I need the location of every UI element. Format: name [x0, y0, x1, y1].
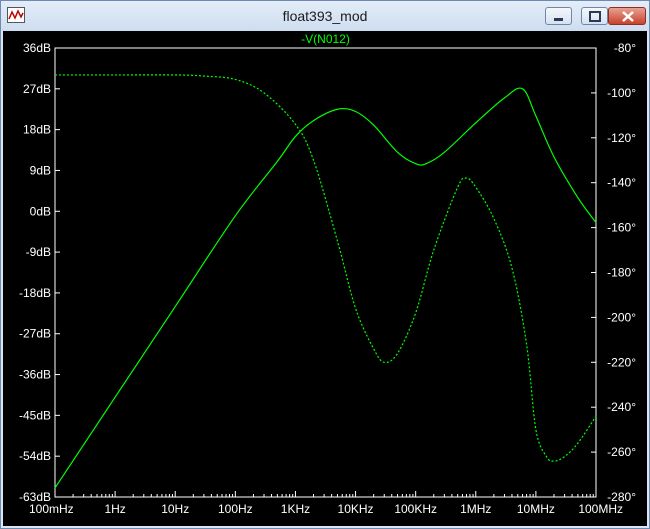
- x-tick-label: 1KHz: [281, 502, 310, 516]
- x-tick-label: 10MHz: [517, 502, 555, 516]
- right-tick-label: -160°: [607, 221, 636, 235]
- left-tick-label: -27dB: [19, 327, 51, 341]
- left-tick-label: 0dB: [30, 204, 51, 218]
- left-tick-label: -18dB: [19, 286, 51, 300]
- left-tick-label: -54dB: [19, 449, 51, 463]
- x-tick-label: 100Hz: [218, 502, 253, 516]
- x-axis-ticks: 100mHz 1Hz 10Hz 100Hz 1KHz 10KHz 100KHz 1MHz 10M…: [29, 491, 623, 516]
- x-tick-label: 1Hz: [104, 502, 125, 516]
- x-tick-label: 1MHz: [460, 502, 491, 516]
- right-tick-label: -220°: [607, 355, 636, 369]
- left-tick-label: -9dB: [26, 245, 51, 259]
- x-tick-label: 10KHz: [338, 502, 374, 516]
- restore-icon: [589, 11, 601, 22]
- right-tick-label: -140°: [607, 176, 636, 190]
- plot-area[interactable]: 36dB 27dB 18dB 9dB 0dB -9dB -18dB -27dB -36dB -45…: [3, 31, 647, 526]
- right-tick-label: -200°: [607, 310, 636, 324]
- app-window: float393_mod 36dB 27dB 18dB 9dB 0dB -9dB -18dB…: [0, 0, 650, 529]
- x-tick-label: 10Hz: [161, 502, 189, 516]
- close-button[interactable]: [608, 7, 646, 25]
- x-tick-label: 100KHz: [394, 502, 437, 516]
- left-tick-label: 27dB: [23, 82, 51, 96]
- left-tick-label: 36dB: [23, 41, 51, 55]
- restore-button[interactable]: [581, 7, 608, 25]
- minimize-button[interactable]: [545, 7, 572, 25]
- title-bar[interactable]: float393_mod: [1, 1, 649, 31]
- left-tick-label: 9dB: [30, 163, 51, 177]
- right-axis-ticks: -80° -100° -120° -140° -160° -180° -200° -220° -…: [591, 41, 636, 504]
- right-tick-label: -100°: [607, 86, 636, 100]
- bode-plot[interactable]: 36dB 27dB 18dB 9dB 0dB -9dB -18dB -27dB -36dB -45…: [3, 31, 647, 526]
- legend-label: -V(N012): [301, 32, 350, 46]
- left-axis-ticks: 36dB 27dB 18dB 9dB 0dB -9dB -18dB -27dB -36dB -45…: [19, 41, 60, 504]
- left-tick-label: -45dB: [19, 408, 51, 422]
- minimize-icon: [554, 18, 563, 21]
- x-tick-label: 100mHz: [29, 502, 74, 516]
- left-tick-label: -36dB: [19, 368, 51, 382]
- series-layer: [54, 74, 597, 489]
- right-tick-label: -180°: [607, 266, 636, 280]
- close-icon: [622, 11, 634, 22]
- right-tick-label: -80°: [614, 41, 636, 55]
- phase-series-line: [54, 74, 597, 462]
- x-tick-label: 100MHz: [578, 502, 623, 516]
- right-tick-label: -120°: [607, 131, 636, 145]
- left-tick-label: 18dB: [23, 123, 51, 137]
- right-tick-label: -260°: [607, 445, 636, 459]
- magnitude-series-line: [54, 87, 597, 489]
- plot-frame: [54, 47, 597, 498]
- right-tick-label: -240°: [607, 400, 636, 414]
